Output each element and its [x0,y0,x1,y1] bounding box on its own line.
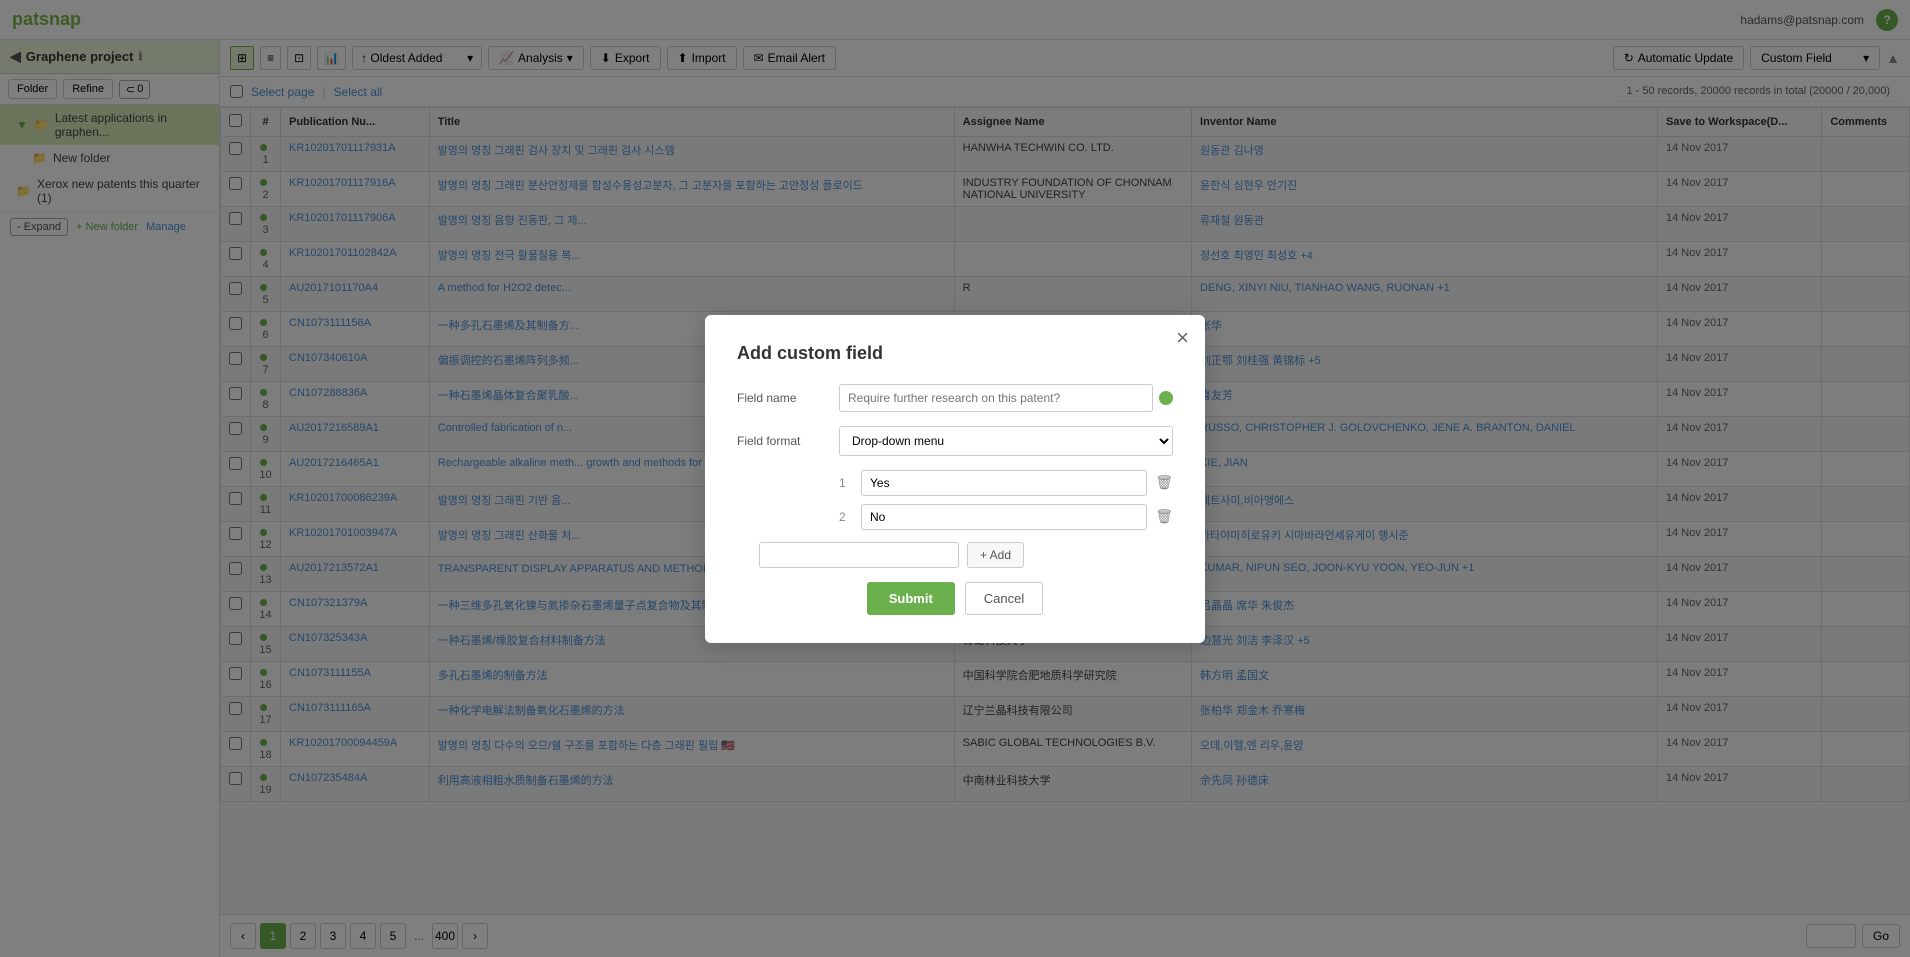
field-format-select[interactable]: Drop-down menu Text Number Date [839,426,1173,456]
option-value-2: No [861,504,1147,530]
field-name-input[interactable] [839,384,1153,412]
option-delete-2[interactable]: 🗑 [1155,508,1173,525]
submit-button[interactable]: Submit [867,582,955,615]
modal-title: Add custom field [737,343,1173,364]
add-option-button[interactable]: + Add [967,542,1024,568]
options-list: 1 Yes 🗑 2 No 🗑 [839,470,1173,530]
option-num-1: 1 [839,476,853,490]
field-format-row: Field format Drop-down menu Text Number … [737,426,1173,456]
field-name-row: Field name [737,384,1173,412]
modal-close-button[interactable]: × [1176,327,1189,349]
cancel-button[interactable]: Cancel [965,582,1043,615]
option-row-1: 1 Yes 🗑 [839,470,1173,496]
option-num-2: 2 [839,510,853,524]
option-delete-1[interactable]: 🗑 [1155,474,1173,491]
option-row-2: 2 No 🗑 [839,504,1173,530]
field-name-input-wrap [839,384,1173,412]
field-format-label: Field format [737,434,827,448]
add-option-input[interactable] [759,542,959,568]
loading-indicator [1159,391,1173,405]
field-name-label: Field name [737,391,827,405]
add-option-row: + Add [759,542,1173,568]
modal-actions: Submit Cancel [737,582,1173,615]
option-value-1: Yes [861,470,1147,496]
modal-overlay: × Add custom field Field name Field form… [0,0,1910,957]
add-custom-field-modal: × Add custom field Field name Field form… [705,315,1205,643]
